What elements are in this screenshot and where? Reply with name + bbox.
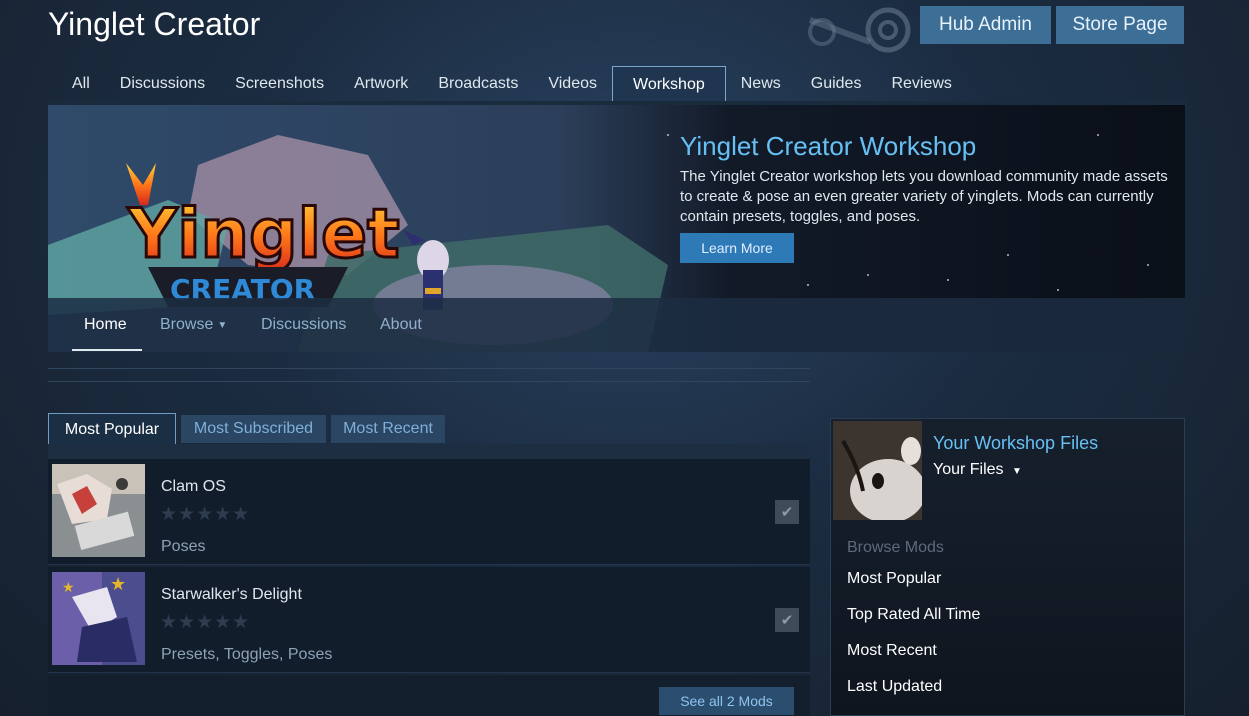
item-title[interactable]: Clam OS xyxy=(161,478,226,496)
subnav-about[interactable]: About xyxy=(380,298,422,352)
your-files-label: Your Files xyxy=(933,461,1004,478)
link-last-updated[interactable]: Last Updated xyxy=(847,678,942,696)
list-tab-divider xyxy=(48,444,810,459)
subnav-home[interactable]: Home xyxy=(84,298,127,352)
browse-mods-heading: Browse Mods xyxy=(847,539,944,556)
tab-guides[interactable]: Guides xyxy=(796,66,877,102)
workshop-description: The Yinglet Creator workshop lets you do… xyxy=(680,168,1168,225)
hub-admin-button[interactable]: Hub Admin xyxy=(920,6,1051,44)
tab-all[interactable]: All xyxy=(48,66,105,102)
tab-most-subscribed[interactable]: Most Subscribed xyxy=(181,415,326,443)
learn-more-button[interactable]: Learn More xyxy=(680,233,794,263)
subnav-browse[interactable]: Browse ▼ xyxy=(160,298,227,352)
item-thumbnail[interactable]: ★ ★ xyxy=(52,572,145,665)
steam-logo-icon xyxy=(808,7,911,53)
subnav-browse-label: Browse xyxy=(160,316,214,333)
item-tags: Presets, Toggles, Poses xyxy=(161,646,333,663)
store-page-button[interactable]: Store Page xyxy=(1056,6,1184,44)
app-title: Yinglet Creator xyxy=(48,6,261,42)
subscribe-checkbox[interactable]: ✔ xyxy=(775,500,799,524)
item-tags: Poses xyxy=(161,538,206,555)
workshop-subnav: Home Browse ▼ Discussions About xyxy=(48,298,1185,352)
logo-wordmark: Yinglet xyxy=(127,195,400,274)
workshop-files-panel: Your Workshop Files Your Files ▼ Browse … xyxy=(830,418,1185,716)
tab-news[interactable]: News xyxy=(726,66,796,102)
tab-reviews[interactable]: Reviews xyxy=(876,66,966,102)
rating-stars: ★★★★★ xyxy=(160,612,251,633)
chevron-down-icon: ▼ xyxy=(1012,466,1022,477)
workshop-title: Yinglet Creator Workshop xyxy=(680,131,977,161)
tab-workshop[interactable]: Workshop xyxy=(612,66,726,102)
tab-most-recent[interactable]: Most Recent xyxy=(331,415,445,443)
svg-text:★: ★ xyxy=(110,574,126,595)
list-item[interactable]: ★ ★ Starwalker's Delight ★★★★★ Presets, … xyxy=(48,567,810,673)
tab-videos[interactable]: Videos xyxy=(533,66,612,102)
rating-stars: ★★★★★ xyxy=(160,504,251,525)
chevron-down-icon: ▼ xyxy=(217,319,228,331)
section-divider xyxy=(48,368,810,382)
see-all-button[interactable]: See all 2 Mods xyxy=(659,687,794,715)
tab-broadcasts[interactable]: Broadcasts xyxy=(423,66,533,102)
svg-text:★: ★ xyxy=(62,580,75,596)
subnav-discussions[interactable]: Discussions xyxy=(261,298,346,352)
item-title[interactable]: Starwalker's Delight xyxy=(161,586,302,604)
tab-artwork[interactable]: Artwork xyxy=(339,66,423,102)
your-files-dropdown[interactable]: Your Files ▼ xyxy=(933,461,1022,479)
subscribe-checkbox[interactable]: ✔ xyxy=(775,608,799,632)
checkmark-icon: ✔ xyxy=(780,612,794,629)
tab-most-popular[interactable]: Most Popular xyxy=(48,413,176,445)
list-item[interactable]: Clam OS ★★★★★ Poses ✔ xyxy=(48,459,810,565)
tab-screenshots[interactable]: Screenshots xyxy=(220,66,339,102)
link-top-rated[interactable]: Top Rated All Time xyxy=(847,606,980,624)
hub-tabs: All Discussions Screenshots Artwork Broa… xyxy=(48,66,1185,102)
subnav-active-indicator xyxy=(72,349,142,351)
avatar[interactable] xyxy=(833,421,922,520)
workshop-files-title[interactable]: Your Workshop Files xyxy=(933,433,1098,454)
item-thumbnail[interactable] xyxy=(52,464,145,557)
tab-discussions[interactable]: Discussions xyxy=(105,66,220,102)
link-most-recent[interactable]: Most Recent xyxy=(847,642,937,660)
link-most-popular[interactable]: Most Popular xyxy=(847,570,941,588)
workshop-banner: Yinglet CREATOR Yinglet Creator Workshop… xyxy=(48,105,1185,352)
checkmark-icon: ✔ xyxy=(780,504,794,521)
